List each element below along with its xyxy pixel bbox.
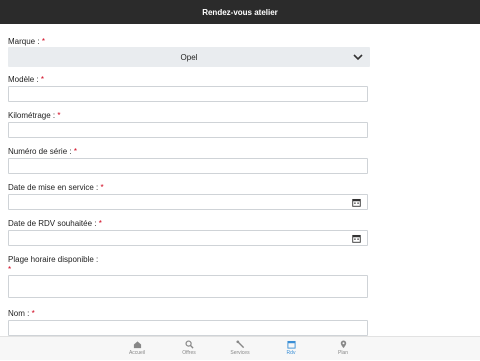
plage-horaire-label: Plage horaire disponible : bbox=[8, 255, 99, 264]
kilometrage-label: Kilométrage : * bbox=[8, 111, 61, 120]
date-mise-service-label: Date de mise en service : * bbox=[8, 183, 104, 192]
required-marker: * bbox=[98, 219, 102, 228]
required-marker: * bbox=[57, 111, 61, 120]
wrench-icon bbox=[235, 340, 244, 349]
modele-label: Modèle : * bbox=[8, 75, 45, 84]
numero-serie-label: Numéro de série : * bbox=[8, 147, 77, 156]
marque-select[interactable]: Opel bbox=[8, 47, 370, 67]
tab-accueil[interactable]: Accueil bbox=[112, 339, 162, 361]
tab-rdv[interactable]: Rdv bbox=[266, 339, 316, 361]
home-icon bbox=[133, 341, 141, 349]
required-marker: * bbox=[40, 75, 45, 84]
marque-label: Marque : * bbox=[8, 37, 45, 46]
plage-horaire-input[interactable] bbox=[8, 275, 368, 298]
required-marker: * bbox=[100, 183, 104, 192]
date-rdv-label: Date de RDV souhaitée : * bbox=[8, 219, 102, 228]
tab-services[interactable]: Services bbox=[215, 339, 265, 361]
required-marker: * bbox=[8, 265, 12, 274]
date-rdv-input[interactable] bbox=[8, 230, 368, 246]
form-content: Marque : * Opel Modèle : * Kilométrage :… bbox=[0, 24, 480, 336]
date-mise-service-input[interactable] bbox=[8, 194, 368, 210]
tab-plan[interactable]: Plan bbox=[318, 339, 368, 361]
required-marker: * bbox=[41, 37, 45, 46]
map-pin-icon bbox=[340, 340, 346, 349]
nom-input[interactable] bbox=[8, 320, 368, 336]
page-title: Rendez-vous atelier bbox=[202, 7, 278, 17]
kilometrage-input[interactable] bbox=[8, 122, 368, 138]
chevron-down-icon bbox=[353, 54, 363, 61]
tab-offres[interactable]: Offres bbox=[164, 339, 214, 361]
tab-bar: Accueil Offres Services Rdv Plan bbox=[0, 336, 480, 360]
header-bar: Rendez-vous atelier bbox=[0, 0, 480, 24]
calendar-icon bbox=[286, 340, 296, 349]
marque-value: Opel bbox=[180, 52, 198, 62]
modele-input[interactable] bbox=[8, 86, 368, 102]
required-marker: * bbox=[31, 309, 35, 318]
calendar-icon[interactable] bbox=[352, 198, 361, 207]
calendar-icon[interactable] bbox=[352, 234, 361, 243]
search-icon bbox=[184, 340, 194, 349]
numero-serie-input[interactable] bbox=[8, 158, 368, 174]
nom-label: Nom : * bbox=[8, 309, 35, 318]
required-marker: * bbox=[73, 147, 77, 156]
